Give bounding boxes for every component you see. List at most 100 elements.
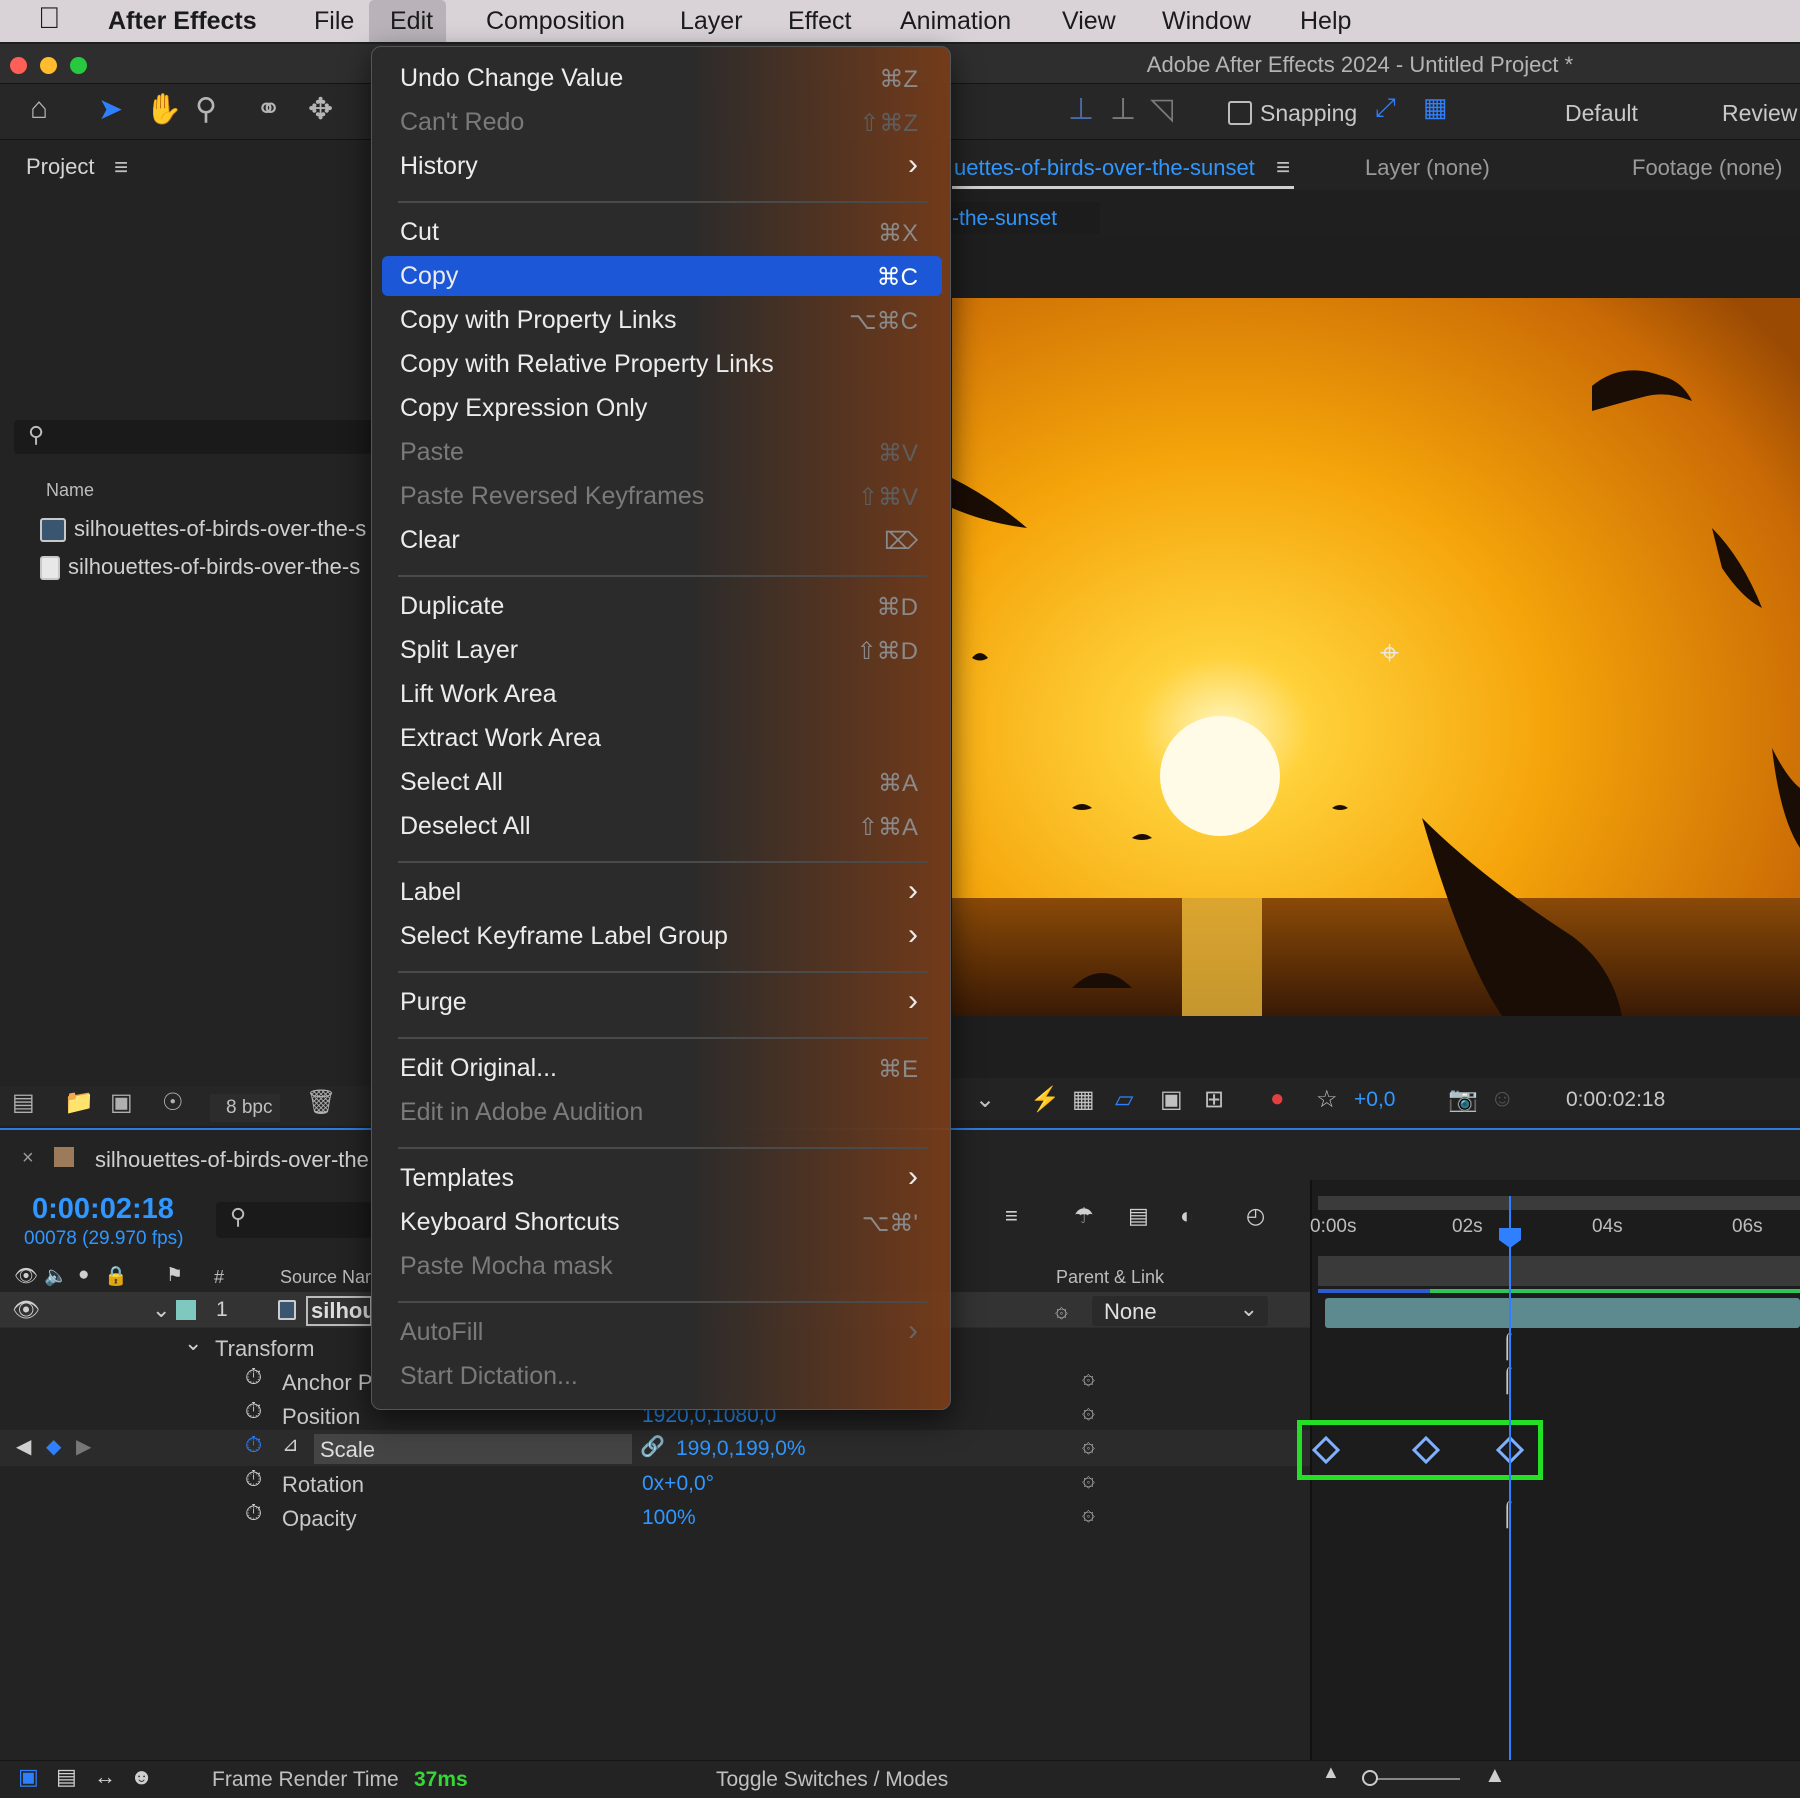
chevron-down-icon[interactable]: ⌄ xyxy=(975,1085,995,1114)
project-name-column[interactable]: Name xyxy=(46,480,94,501)
menu-item-clear[interactable]: Clear ⌦ xyxy=(382,520,942,560)
add-keyframe-icon[interactable]: ◆ xyxy=(46,1434,61,1459)
zoom-in-icon[interactable]: ▲ xyxy=(1484,1762,1506,1788)
menu-view[interactable]: View xyxy=(1062,6,1116,36)
project-item-footage[interactable]: silhouettes-of-birds-over-the-s xyxy=(40,554,370,581)
grid-guides-icon[interactable]: ⊞ xyxy=(1204,1085,1224,1114)
menu-item-undo[interactable]: Undo Change Value ⌘Z xyxy=(382,58,942,98)
snap-features-icon[interactable]: ▦ xyxy=(1423,92,1448,123)
menu-item-copy-expression[interactable]: Copy Expression Only xyxy=(382,388,942,428)
menu-item-edit-original[interactable]: Edit Original... ⌘E xyxy=(382,1048,942,1088)
scale-value[interactable]: 199,0,199,0% xyxy=(676,1437,806,1461)
axis-local-icon[interactable]: ⊥ xyxy=(1068,92,1094,127)
workspace-review[interactable]: Review xyxy=(1722,100,1797,127)
expression-pick-whip-icon[interactable]: ۞ xyxy=(1082,1432,1095,1458)
new-folder-icon[interactable]: 📁 xyxy=(64,1088,94,1117)
menu-help[interactable]: Help xyxy=(1300,6,1351,36)
composition-flowchart-icon[interactable]: ≡ xyxy=(1005,1203,1018,1229)
toggle-switches-modes[interactable]: Toggle Switches / Modes xyxy=(716,1768,948,1792)
stopwatch-icon[interactable]: ⏱ xyxy=(245,1398,262,1424)
in-out-icon[interactable]: ↔ xyxy=(94,1764,116,1790)
hand-tool-icon[interactable]: ✋ xyxy=(145,92,182,127)
menu-file[interactable]: File xyxy=(314,6,354,36)
menu-layer[interactable]: Layer xyxy=(680,6,743,36)
menu-item-split-layer[interactable]: Split Layer ⇧⌘D xyxy=(382,630,942,670)
layer-name[interactable]: silhou xyxy=(306,1296,372,1326)
menu-item-copy-relative-links[interactable]: Copy with Relative Property Links xyxy=(382,344,942,384)
menu-item-duplicate[interactable]: Duplicate ⌘D xyxy=(382,586,942,626)
next-keyframe-icon[interactable]: ▶ xyxy=(76,1434,91,1459)
project-menu-icon[interactable]: ≡ xyxy=(114,154,128,182)
expression-pick-whip-icon[interactable]: ۞ xyxy=(1082,1364,1095,1390)
fast-previews-icon[interactable]: ⚡ xyxy=(1030,1085,1060,1114)
project-item-composition[interactable]: silhouettes-of-birds-over-the-s xyxy=(40,516,370,543)
scale-label-bg[interactable]: Scale xyxy=(314,1434,632,1464)
menu-item-purge[interactable]: Purge › xyxy=(382,982,942,1022)
menu-item-extract-work-area[interactable]: Extract Work Area xyxy=(382,718,942,758)
tab-composition[interactable]: uettes-of-birds-over-the-sunset xyxy=(954,155,1255,181)
show-snapshot-icon[interactable]: ☺ xyxy=(1490,1085,1515,1113)
close-window-button[interactable] xyxy=(10,57,27,74)
time-navigator[interactable] xyxy=(1318,1196,1800,1210)
stopwatch-icon[interactable]: ⏱ xyxy=(245,1364,262,1390)
opacity-value[interactable]: 100% xyxy=(642,1506,696,1530)
graph-editor-icon[interactable]: ◴ xyxy=(1246,1203,1265,1229)
composition-breadcrumb[interactable]: -the-sunset xyxy=(940,202,1100,234)
property-rotation[interactable]: Rotation xyxy=(282,1472,364,1498)
menu-item-select-all[interactable]: Select All ⌘A xyxy=(382,762,942,802)
workspace-default[interactable]: Default xyxy=(1565,100,1638,127)
zoom-out-icon[interactable]: ▲ xyxy=(1322,1762,1340,1783)
menu-effect[interactable]: Effect xyxy=(788,6,851,36)
snap-edges-icon[interactable]: ⤢ xyxy=(1375,92,1396,124)
zoom-slider[interactable] xyxy=(1364,1778,1460,1780)
menu-item-history[interactable]: History › xyxy=(382,146,942,186)
mask-visibility-icon[interactable]: ▱ xyxy=(1115,1085,1133,1114)
lock-header-icon[interactable]: 🔒 xyxy=(104,1264,128,1288)
pan-tool-icon[interactable]: ✥ xyxy=(308,92,333,127)
menu-composition[interactable]: Composition xyxy=(486,6,625,36)
zoom-slider-thumb[interactable] xyxy=(1362,1770,1378,1786)
draft-3d-icon[interactable]: ☂ xyxy=(1074,1203,1094,1229)
menu-item-deselect-all[interactable]: Deselect All ⇧⌘A xyxy=(382,806,942,846)
minimize-window-button[interactable] xyxy=(40,57,57,74)
transfer-controls-icon[interactable]: ▤ xyxy=(56,1764,77,1790)
new-composition-icon[interactable]: ▣ xyxy=(110,1088,133,1117)
flowchart-icon[interactable]: ☉ xyxy=(162,1088,184,1117)
eye-icon[interactable]: 👁 xyxy=(12,1297,40,1323)
tab-footage[interactable]: Footage (none) xyxy=(1632,155,1782,181)
menu-item-templates[interactable]: Templates › xyxy=(382,1158,942,1198)
interpret-footage-icon[interactable]: ▤ xyxy=(12,1088,35,1117)
project-panel-title[interactable]: Project xyxy=(26,154,94,180)
close-tab-icon[interactable]: × xyxy=(22,1147,34,1170)
apple-icon[interactable]:  xyxy=(38,4,61,34)
trash-icon[interactable]: 🗑 xyxy=(306,1088,336,1117)
menu-item-label-submenu[interactable]: Label › xyxy=(382,872,942,912)
menu-item-copy-property-links[interactable]: Copy with Property Links ⌥⌘C xyxy=(382,300,942,340)
property-anchor-point[interactable]: Anchor P xyxy=(282,1370,373,1396)
current-time-indicator[interactable] xyxy=(1509,1196,1511,1760)
expression-pick-whip-icon[interactable]: ۞ xyxy=(1082,1500,1095,1526)
property-opacity[interactable]: Opacity xyxy=(282,1506,357,1532)
expression-pick-whip-icon[interactable]: ۞ xyxy=(1082,1398,1095,1424)
menu-item-lift-work-area[interactable]: Lift Work Area xyxy=(382,674,942,714)
timeline-timecode[interactable]: 0:00:02:18 xyxy=(32,1193,174,1226)
chevron-down-icon[interactable]: ⌄ xyxy=(152,1297,170,1323)
selection-tool-icon[interactable]: ➤ xyxy=(98,92,123,127)
viewer-timecode[interactable]: 0:00:02:18 xyxy=(1566,1088,1665,1112)
zoom-tool-icon[interactable]: ⚲ xyxy=(195,92,217,127)
previous-keyframe-icon[interactable]: ◀ xyxy=(16,1434,31,1459)
menu-item-copy[interactable]: Copy ⌘C xyxy=(382,256,942,296)
transform-group[interactable]: Transform xyxy=(215,1336,314,1362)
column-source-name[interactable]: Source Nar xyxy=(280,1267,371,1288)
work-area-bar[interactable] xyxy=(1318,1256,1800,1286)
render-time-icon[interactable]: ☻ xyxy=(130,1764,153,1790)
rotation-value[interactable]: 0x+0,0° xyxy=(642,1472,714,1496)
project-search-input[interactable]: ⚲ xyxy=(14,420,374,454)
menu-item-select-keyframe-label-group[interactable]: Select Keyframe Label Group › xyxy=(382,916,942,956)
channel-icon[interactable]: ● xyxy=(1270,1085,1285,1113)
stopwatch-icon[interactable]: ⏱ xyxy=(245,1500,262,1526)
orbit-tool-icon[interactable]: ⚭ xyxy=(256,92,281,127)
transparency-grid-icon[interactable]: ▦ xyxy=(1072,1085,1095,1114)
color-management-icon[interactable]: ☆ xyxy=(1316,1085,1338,1114)
layer-color-swatch[interactable] xyxy=(176,1300,196,1320)
